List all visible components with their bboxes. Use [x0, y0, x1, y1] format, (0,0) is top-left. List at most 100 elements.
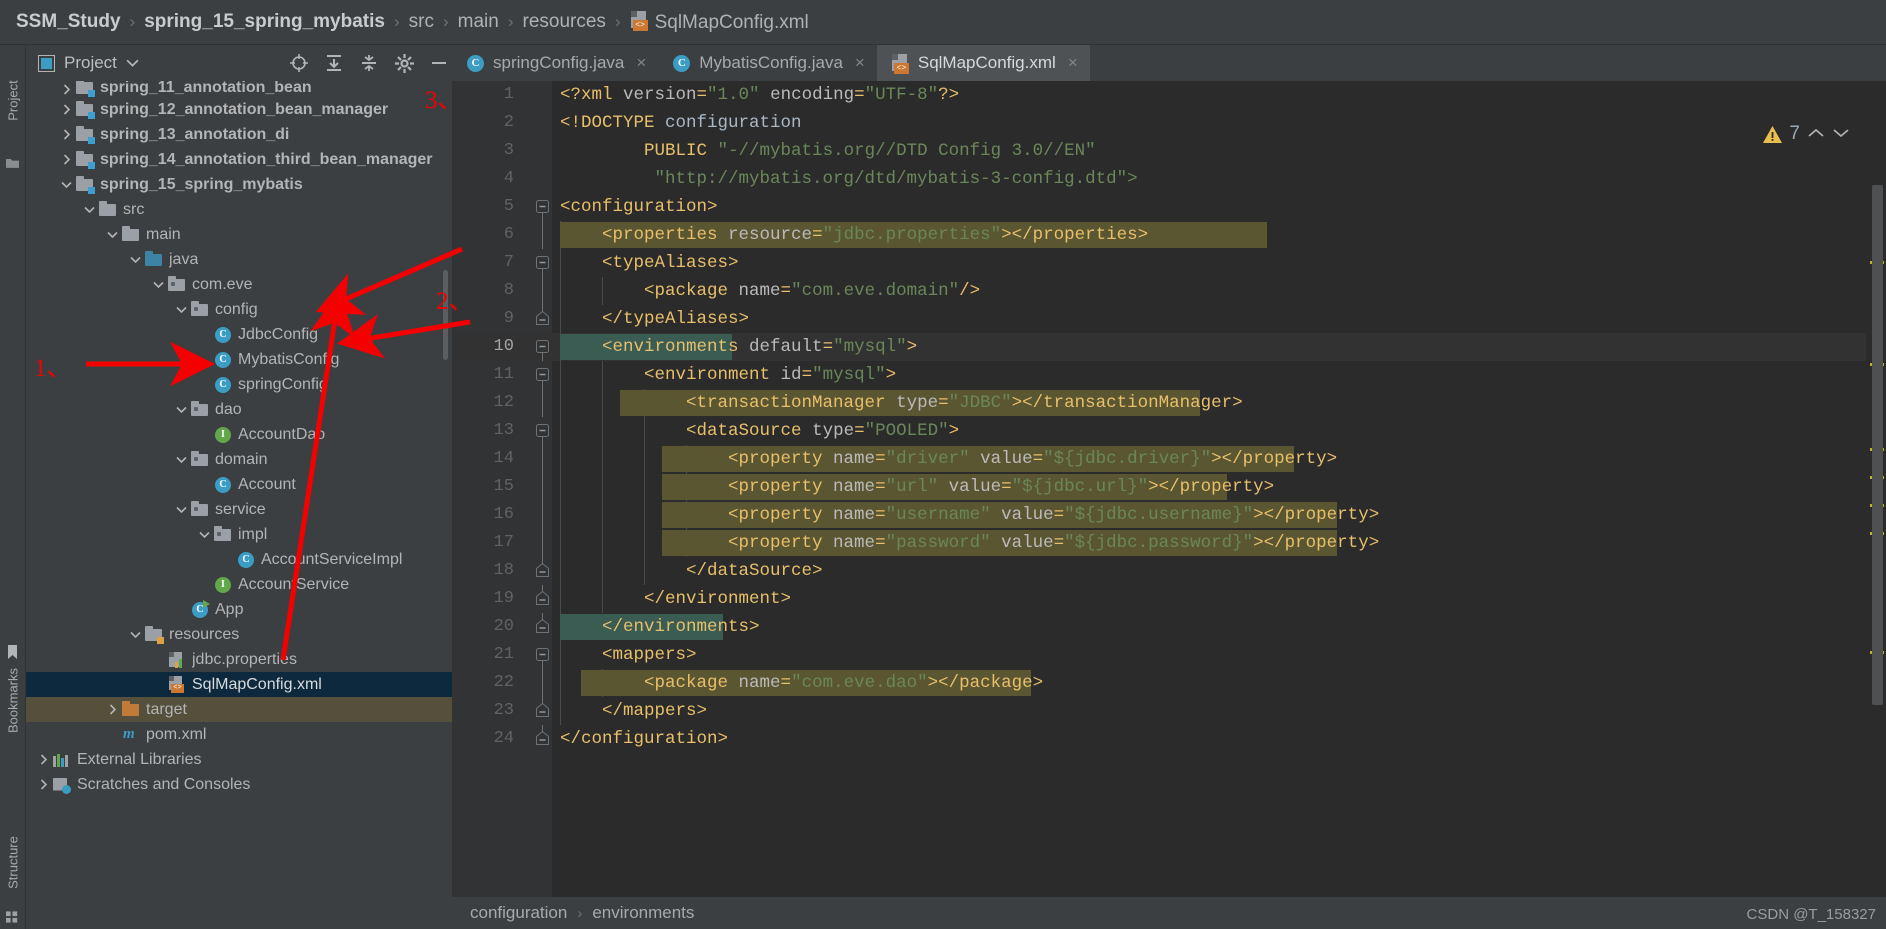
tree-item-spring-14-annotation-third-bean-manager[interactable]: spring_14_annotation_third_bean_manager	[26, 147, 452, 172]
status-breadcrumb-0[interactable]: configuration	[470, 903, 567, 923]
code-fold-open-icon[interactable]	[534, 641, 552, 669]
code-line-4[interactable]: 4 "http://mybatis.org/dtd/mybatis-3-conf…	[452, 165, 1886, 193]
rail-item-structure[interactable]: Structure	[6, 823, 21, 903]
close-icon[interactable]: ×	[636, 53, 646, 73]
tree-item-spring-13-annotation-di[interactable]: spring_13_annotation_di	[26, 122, 452, 147]
tree-item-mybatisconfig[interactable]: C MybatisConfig	[26, 347, 452, 372]
project-tree-scrollbar[interactable]	[443, 270, 448, 360]
tree-item-sqlmapconfig-xml[interactable]: <> SqlMapConfig.xml	[26, 672, 452, 697]
code-fold-close-icon[interactable]	[534, 697, 552, 725]
tree-item-domain[interactable]: domain	[26, 447, 452, 472]
tree-item-service[interactable]: service	[26, 497, 452, 522]
code-fold-close-icon[interactable]	[534, 305, 552, 333]
chevron-right-icon[interactable]	[105, 702, 120, 717]
code-line-2[interactable]: 2 <!DOCTYPE configuration	[452, 109, 1886, 137]
code-line-24[interactable]: 24 </configuration>	[452, 725, 1886, 753]
chevron-down-icon[interactable]	[128, 627, 143, 642]
code-line-22[interactable]: 22 <package name="com.eve.dao"></package…	[452, 669, 1886, 697]
chevron-down-icon[interactable]	[174, 452, 189, 467]
project-tree[interactable]: spring_11_annotation_bean spring_12_annot…	[26, 81, 452, 929]
code-line-11[interactable]: 11 <environment id="mysql">	[452, 361, 1886, 389]
breadcrumb-item-2[interactable]: src	[409, 11, 434, 33]
editor-tab-sqlmapconfig-xml[interactable]: <> SqlMapConfig.xml ×	[876, 45, 1090, 81]
tree-item-impl[interactable]: impl	[26, 522, 452, 547]
code-line-6[interactable]: 6 <properties resource="jdbc.properties"…	[452, 221, 1886, 249]
collapse-all-button[interactable]	[356, 50, 382, 76]
chevron-down-icon[interactable]	[151, 277, 166, 292]
code-fold-open-icon[interactable]	[534, 361, 552, 389]
analysis-gutter[interactable]	[1866, 81, 1886, 929]
editor-tab-springconfig-java[interactable]: CspringConfig.java ×	[452, 45, 658, 81]
tree-item-dao[interactable]: dao	[26, 397, 452, 422]
status-breadcrumb-1[interactable]: environments	[592, 903, 694, 923]
locate-file-button[interactable]	[286, 50, 312, 76]
tree-item-com-eve[interactable]: com.eve	[26, 272, 452, 297]
tree-item-resources[interactable]: resources	[26, 622, 452, 647]
code-fold-close-icon[interactable]	[534, 557, 552, 585]
chevron-down-icon[interactable]	[1832, 124, 1850, 144]
breadcrumb-item-5[interactable]: <> SqlMapConfig.xml	[630, 10, 809, 34]
tree-item-spring-15-spring-mybatis[interactable]: spring_15_spring_mybatis	[26, 172, 452, 197]
tree-item-accountserviceimpl[interactable]: C AccountServiceImpl	[26, 547, 452, 572]
tree-item-account[interactable]: C Account	[26, 472, 452, 497]
code-line-10[interactable]: 10 <environments default="mysql">	[452, 333, 1886, 361]
code-line-23[interactable]: 23 </mappers>	[452, 697, 1886, 725]
code-fold-open-icon[interactable]	[534, 417, 552, 445]
editor-scrollbar-thumb[interactable]	[1872, 185, 1883, 705]
code-line-14[interactable]: 14 <property name="driver" value="${jdbc…	[452, 445, 1886, 473]
code-fold-open-icon[interactable]	[534, 193, 552, 221]
chevron-right-icon[interactable]	[59, 152, 74, 167]
tree-item-springconfig[interactable]: CspringConfig	[26, 372, 452, 397]
code-line-18[interactable]: 18 </dataSource>	[452, 557, 1886, 585]
code-line-1[interactable]: 1 <?xml version="1.0" encoding="UTF-8"?>	[452, 81, 1886, 109]
settings-gear-icon[interactable]	[391, 50, 417, 76]
inspection-widget[interactable]: 7	[1763, 123, 1850, 145]
chevron-down-icon[interactable]	[82, 202, 97, 217]
hide-panel-button[interactable]	[426, 50, 452, 76]
breadcrumb-item-4[interactable]: resources	[523, 11, 606, 33]
chevron-right-icon[interactable]	[59, 127, 74, 142]
breadcrumb-item-0[interactable]: SSM_Study	[16, 11, 121, 33]
chevron-down-icon[interactable]	[128, 252, 143, 267]
tree-item-accountdao[interactable]: I AccountDao	[26, 422, 452, 447]
code-line-9[interactable]: 9 </typeAliases>	[452, 305, 1886, 333]
code-line-17[interactable]: 17 <property name="password" value="${jd…	[452, 529, 1886, 557]
tree-item-spring-11-annotation-bean[interactable]: spring_11_annotation_bean	[26, 81, 452, 97]
code-line-8[interactable]: 8 <package name="com.eve.domain"/>	[452, 277, 1886, 305]
expand-all-button[interactable]	[321, 50, 347, 76]
chevron-down-icon[interactable]	[105, 227, 120, 242]
tree-item-jdbc-properties[interactable]: jdbc.properties	[26, 647, 452, 672]
code-line-16[interactable]: 16 <property name="username" value="${jd…	[452, 501, 1886, 529]
code-editor[interactable]: 1 <?xml version="1.0" encoding="UTF-8"?> 2…	[452, 81, 1886, 893]
chevron-right-icon[interactable]	[59, 102, 74, 117]
chevron-down-icon[interactable]	[197, 527, 212, 542]
close-icon[interactable]: ×	[1068, 53, 1078, 73]
tree-item-config[interactable]: config	[26, 297, 452, 322]
code-line-21[interactable]: 21 <mappers>	[452, 641, 1886, 669]
tree-item-main[interactable]: main	[26, 222, 452, 247]
tree-item-scratches-and-consoles[interactable]: Scratches and Consoles	[26, 772, 452, 797]
tree-item-src[interactable]: src	[26, 197, 452, 222]
tree-item-app[interactable]: C App	[26, 597, 452, 622]
code-fold-close-icon[interactable]	[534, 613, 552, 641]
code-line-12[interactable]: 12 <transactionManager type="JDBC"></tra…	[452, 389, 1886, 417]
code-line-20[interactable]: 20 </environments>	[452, 613, 1886, 641]
chevron-down-icon[interactable]	[126, 57, 139, 70]
code-line-3[interactable]: 3 PUBLIC "-//mybatis.org//DTD Config 3.0…	[452, 137, 1886, 165]
chevron-down-icon[interactable]	[59, 177, 74, 192]
code-fold-open-icon[interactable]	[534, 249, 552, 277]
code-fold-close-icon[interactable]	[534, 585, 552, 613]
chevron-right-icon[interactable]	[36, 777, 51, 792]
code-line-13[interactable]: 13 <dataSource type="POOLED">	[452, 417, 1886, 445]
code-line-7[interactable]: 7 <typeAliases>	[452, 249, 1886, 277]
chevron-down-icon[interactable]	[174, 302, 189, 317]
rail-item-project[interactable]: Project	[6, 70, 21, 132]
chevron-right-icon[interactable]	[36, 752, 51, 767]
chevron-right-icon[interactable]	[59, 82, 74, 97]
breadcrumb-item-1[interactable]: spring_15_spring_mybatis	[144, 11, 385, 33]
tree-item-accountservice[interactable]: I AccountService	[26, 572, 452, 597]
code-line-15[interactable]: 15 <property name="url" value="${jdbc.ur…	[452, 473, 1886, 501]
tree-item-java[interactable]: java	[26, 247, 452, 272]
chevron-down-icon[interactable]	[174, 402, 189, 417]
chevron-down-icon[interactable]	[174, 502, 189, 517]
